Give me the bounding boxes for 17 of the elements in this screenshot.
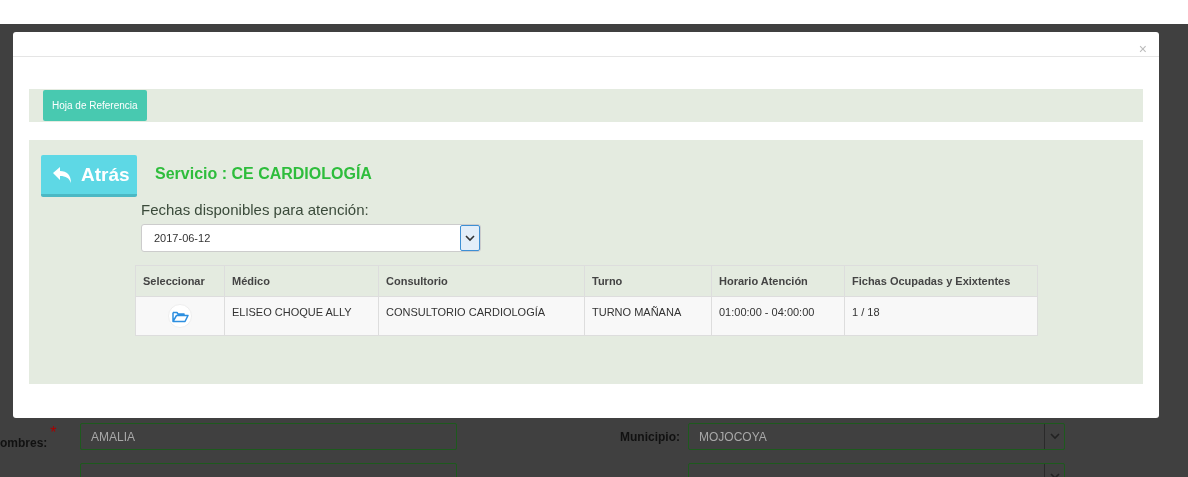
table-cell: ELISEO CHOQUE ALLY: [224, 296, 379, 336]
column-header: Fichas Ocupadas y Exixtentes: [844, 265, 1038, 297]
column-header: Turno: [584, 265, 712, 297]
column-header: Horario Atención: [711, 265, 845, 297]
service-title: Servicio : CE CARDIOLOGÍA: [155, 164, 372, 183]
required-mark: *: [50, 423, 57, 442]
column-header: Médico: [224, 265, 379, 297]
column-header: Consultorio: [378, 265, 585, 297]
date-select[interactable]: 2017-06-12: [141, 224, 481, 252]
table-cell: TURNO MAÑANA: [584, 296, 712, 336]
column-header: Seleccionar: [135, 265, 225, 297]
text-field[interactable]: AMALIA: [80, 423, 457, 450]
table-cell: CONSULTORIO CARDIOLOGÍA: [378, 296, 585, 336]
table-cell: 1 / 18: [844, 296, 1038, 336]
table-cell: 01:00:00 - 04:00:00: [711, 296, 845, 336]
dates-label: Fechas disponibles para atención:: [141, 201, 369, 218]
select-field[interactable]: MOJOCOYA: [688, 423, 1065, 450]
